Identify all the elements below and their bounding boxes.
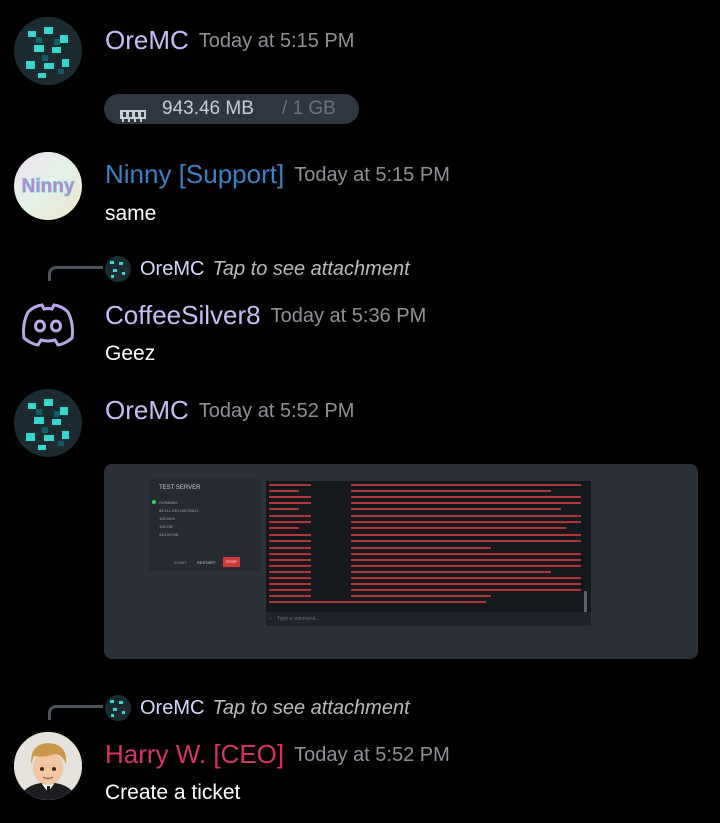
avatar-ninny[interactable]: Ninny <box>14 152 82 220</box>
reply-preview[interactable]: OreMC Tap to see attachment <box>140 258 410 281</box>
ram-used: 943.46 MB <box>162 98 254 119</box>
timestamp: Today at 5:15 PM <box>198 30 355 52</box>
ram-total: / 1 GB <box>282 98 336 119</box>
avatar-harry[interactable] <box>14 732 82 800</box>
reply-username: OreMC <box>140 697 205 719</box>
timestamp: Today at 5:52 PM <box>198 400 355 422</box>
discord-logo-icon <box>22 303 74 347</box>
image-attachment[interactable]: TEST SERVER RUNNING 85.111.299.155:25621… <box>104 464 698 659</box>
command-placeholder: Type a command... <box>277 616 320 622</box>
username[interactable]: OreMC <box>105 25 189 55</box>
restart-button[interactable]: RESTART <box>197 560 215 565</box>
avatar-oremc[interactable] <box>14 389 82 457</box>
server-cpu: 165.84% <box>159 516 175 521</box>
console-lines <box>269 484 587 617</box>
svg-text:Ninny: Ninny <box>22 176 75 197</box>
server-name: TEST SERVER <box>159 485 201 491</box>
reply-avatar[interactable] <box>105 695 131 721</box>
server-ram: 944.03 MB <box>159 532 179 537</box>
reply-preview[interactable]: OreMC Tap to see attachment <box>140 697 410 720</box>
command-input[interactable]: › Type a command... <box>266 612 591 626</box>
reply-avatar[interactable] <box>105 256 131 282</box>
reply-attachment-link[interactable]: Tap to see attachment <box>212 258 409 280</box>
server-status: RUNNING <box>152 499 198 507</box>
reply-attachment-link[interactable]: Tap to see attachment <box>212 697 409 719</box>
reply-connector <box>48 266 103 281</box>
ram-icon <box>120 102 146 132</box>
timestamp: Today at 5:36 PM <box>270 305 427 327</box>
console-output: [13:50:54 WARN]: OreMC moved too quickly… <box>266 481 591 626</box>
ram-usage-pill[interactable]: 943.46 MB / 1 GB <box>104 94 359 124</box>
message-text: same <box>105 202 157 225</box>
reply-connector <box>48 705 103 720</box>
message-text: Geez <box>105 342 156 365</box>
timestamp: Today at 5:52 PM <box>294 744 450 766</box>
avatar-coffeesilver8[interactable] <box>14 290 82 358</box>
username[interactable]: Ninny [Support] <box>105 159 284 189</box>
username[interactable]: Harry W. [CEO] <box>105 739 284 769</box>
username[interactable]: CoffeeSilver8 <box>105 300 261 330</box>
status-dot-icon <box>152 500 156 504</box>
reply-username: OreMC <box>140 258 205 280</box>
username[interactable]: OreMC <box>105 395 189 425</box>
chevron-right-icon: › <box>270 616 272 622</box>
avatar-oremc[interactable] <box>14 17 82 85</box>
stop-button[interactable]: STOP <box>223 557 240 567</box>
message-text: Create a ticket <box>105 781 241 804</box>
server-controls: START RESTART STOP <box>149 555 261 571</box>
server-disk: 120 GB <box>159 524 173 529</box>
timestamp: Today at 5:15 PM <box>294 164 450 186</box>
start-button[interactable]: START <box>174 560 187 565</box>
server-ip: 85.111.299.155:25621 <box>159 508 199 513</box>
